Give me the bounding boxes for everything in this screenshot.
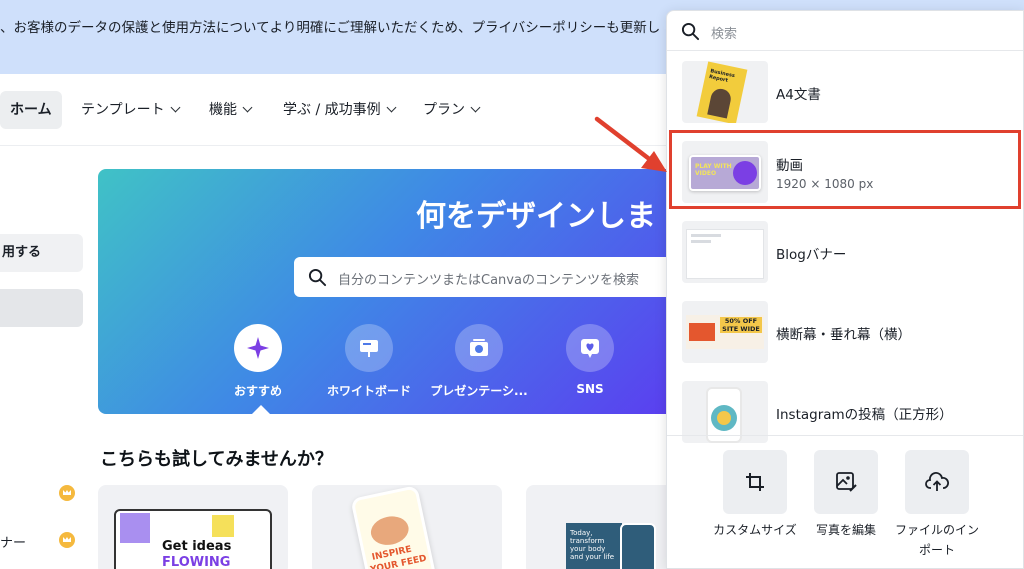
panel-search-input[interactable]: 検索 [667, 11, 1023, 51]
heart-icon [566, 324, 614, 372]
category-label: プレゼンテーシ... [430, 384, 528, 398]
nav-learn[interactable]: 学ぶ / 成功事例 [273, 91, 405, 129]
section-title: こちらも試してみませんか？ [100, 449, 333, 470]
import-file-button[interactable]: ファイルのインポート [891, 450, 983, 560]
thumb-text: Business Report [708, 68, 736, 84]
suggestion-card[interactable]: INSPIRE YOUR FEED [312, 485, 502, 569]
action-label: カスタムサイズ [713, 523, 797, 537]
category-presentation[interactable]: プレゼンテーシ... [424, 324, 534, 399]
sidebar-item-label: 用する [2, 245, 42, 260]
panel-search-placeholder: 検索 [711, 27, 738, 42]
panel-divider [667, 435, 1023, 436]
phone-mockup [620, 523, 656, 569]
card-text: FLOWING [162, 555, 231, 569]
item-title: 横断幕・垂れ幕（横） [776, 327, 911, 343]
crop-icon [723, 450, 787, 514]
card-thumbnail: INSPIRE YOUR FEED [350, 485, 438, 569]
hero-title: 何をデザインしま [416, 199, 656, 234]
thumb-text: 50% OFF SITE WIDE [720, 317, 762, 333]
category-label: おすすめ [233, 384, 282, 398]
action-label: ファイルのインポート [894, 523, 979, 557]
banner-text: 、お客様のデータの保護と使用方法についてより明確にご理解いただくため、プライバシ… [0, 20, 661, 36]
action-label: 写真を編集 [815, 523, 876, 537]
design-type-blog-banner[interactable]: Blogバナー [667, 215, 1023, 287]
sidebar-item-use[interactable]: 用する [0, 234, 83, 272]
hero-search-input[interactable]: 自分のコンテンツまたはCanvaのコンテンツを検索 [294, 257, 678, 297]
hero-search-placeholder: 自分のコンテンツまたはCanvaのコンテンツを検索 [338, 273, 639, 288]
a4-thumbnail: Business Report [682, 61, 768, 123]
suggestion-card[interactable]: Get ideas FLOWING [98, 485, 288, 569]
card-thumbnail: Today, transform your body and your life [566, 523, 622, 569]
search-icon [681, 22, 700, 41]
nav-templates-label: テンプレート [81, 102, 165, 118]
item-title: Instagramの投稿（正方形） [776, 407, 953, 423]
design-type-a4[interactable]: Business Report A4文書 [667, 55, 1023, 127]
nav-learn-label: 学ぶ / 成功事例 [283, 102, 381, 118]
nav-plans[interactable]: プラン [413, 91, 489, 129]
selected-pointer [251, 405, 271, 414]
sparkle-icon [234, 324, 282, 372]
suggestion-card[interactable]: Today, transform your body and your life [526, 485, 686, 569]
sidebar-item-selected[interactable] [0, 289, 83, 327]
nav-features[interactable]: 機能 [199, 91, 261, 129]
category-label: SNS [576, 382, 604, 396]
category-recommended[interactable]: おすすめ [203, 324, 313, 399]
nav-home-label: ホーム [10, 102, 52, 118]
image-edit-icon [814, 450, 878, 514]
card-text: Get ideas [162, 539, 232, 554]
video-highlight-box [669, 130, 1021, 209]
item-title: Blogバナー [776, 247, 847, 263]
nav-templates[interactable]: テンプレート [71, 91, 189, 129]
blog-banner-thumbnail [682, 221, 768, 283]
instagram-thumbnail [682, 381, 768, 443]
card-thumbnail: Get ideas FLOWING [114, 509, 272, 569]
chevron-down-icon [242, 102, 253, 113]
chevron-down-icon [170, 102, 181, 113]
edit-photo-button[interactable]: 写真を編集 [800, 450, 892, 540]
nav-home[interactable]: ホーム [0, 91, 62, 129]
presentation-icon [455, 324, 503, 372]
design-type-horizontal-banner[interactable]: 50% OFF SITE WIDE 横断幕・垂れ幕（横） [667, 295, 1023, 367]
item-title: A4文書 [776, 87, 821, 103]
crown-icon [59, 485, 75, 501]
nav-features-label: 機能 [209, 102, 237, 118]
category-whiteboard[interactable]: ホワイトボード [314, 324, 424, 399]
create-design-dropdown: 検索 Business Report A4文書 PLAY WITH VIDEO … [666, 10, 1024, 569]
cloud-upload-icon [905, 450, 969, 514]
sidebar-item-banner[interactable]: ナー [0, 532, 26, 551]
crown-icon [59, 532, 75, 548]
chevron-down-icon [386, 102, 397, 113]
category-label: ホワイトボード [326, 384, 411, 398]
design-type-instagram-post[interactable]: Instagramの投稿（正方形） [667, 375, 1023, 447]
custom-size-button[interactable]: カスタムサイズ [709, 450, 801, 540]
horizontal-banner-thumbnail: 50% OFF SITE WIDE [682, 301, 768, 363]
chevron-down-icon [470, 102, 481, 113]
top-nav: ホーム テンプレート 機能 学ぶ / 成功事例 プラン [0, 74, 700, 146]
card-text: Today, transform your body and your life [570, 529, 615, 561]
nav-plans-label: プラン [423, 102, 465, 118]
search-icon [308, 268, 327, 287]
category-sns[interactable]: SNS [535, 324, 645, 396]
whiteboard-icon [345, 324, 393, 372]
hero-banner: 何をデザインしま 自分のコンテンツまたはCanvaのコンテンツを検索 おすすめ … [98, 169, 678, 414]
